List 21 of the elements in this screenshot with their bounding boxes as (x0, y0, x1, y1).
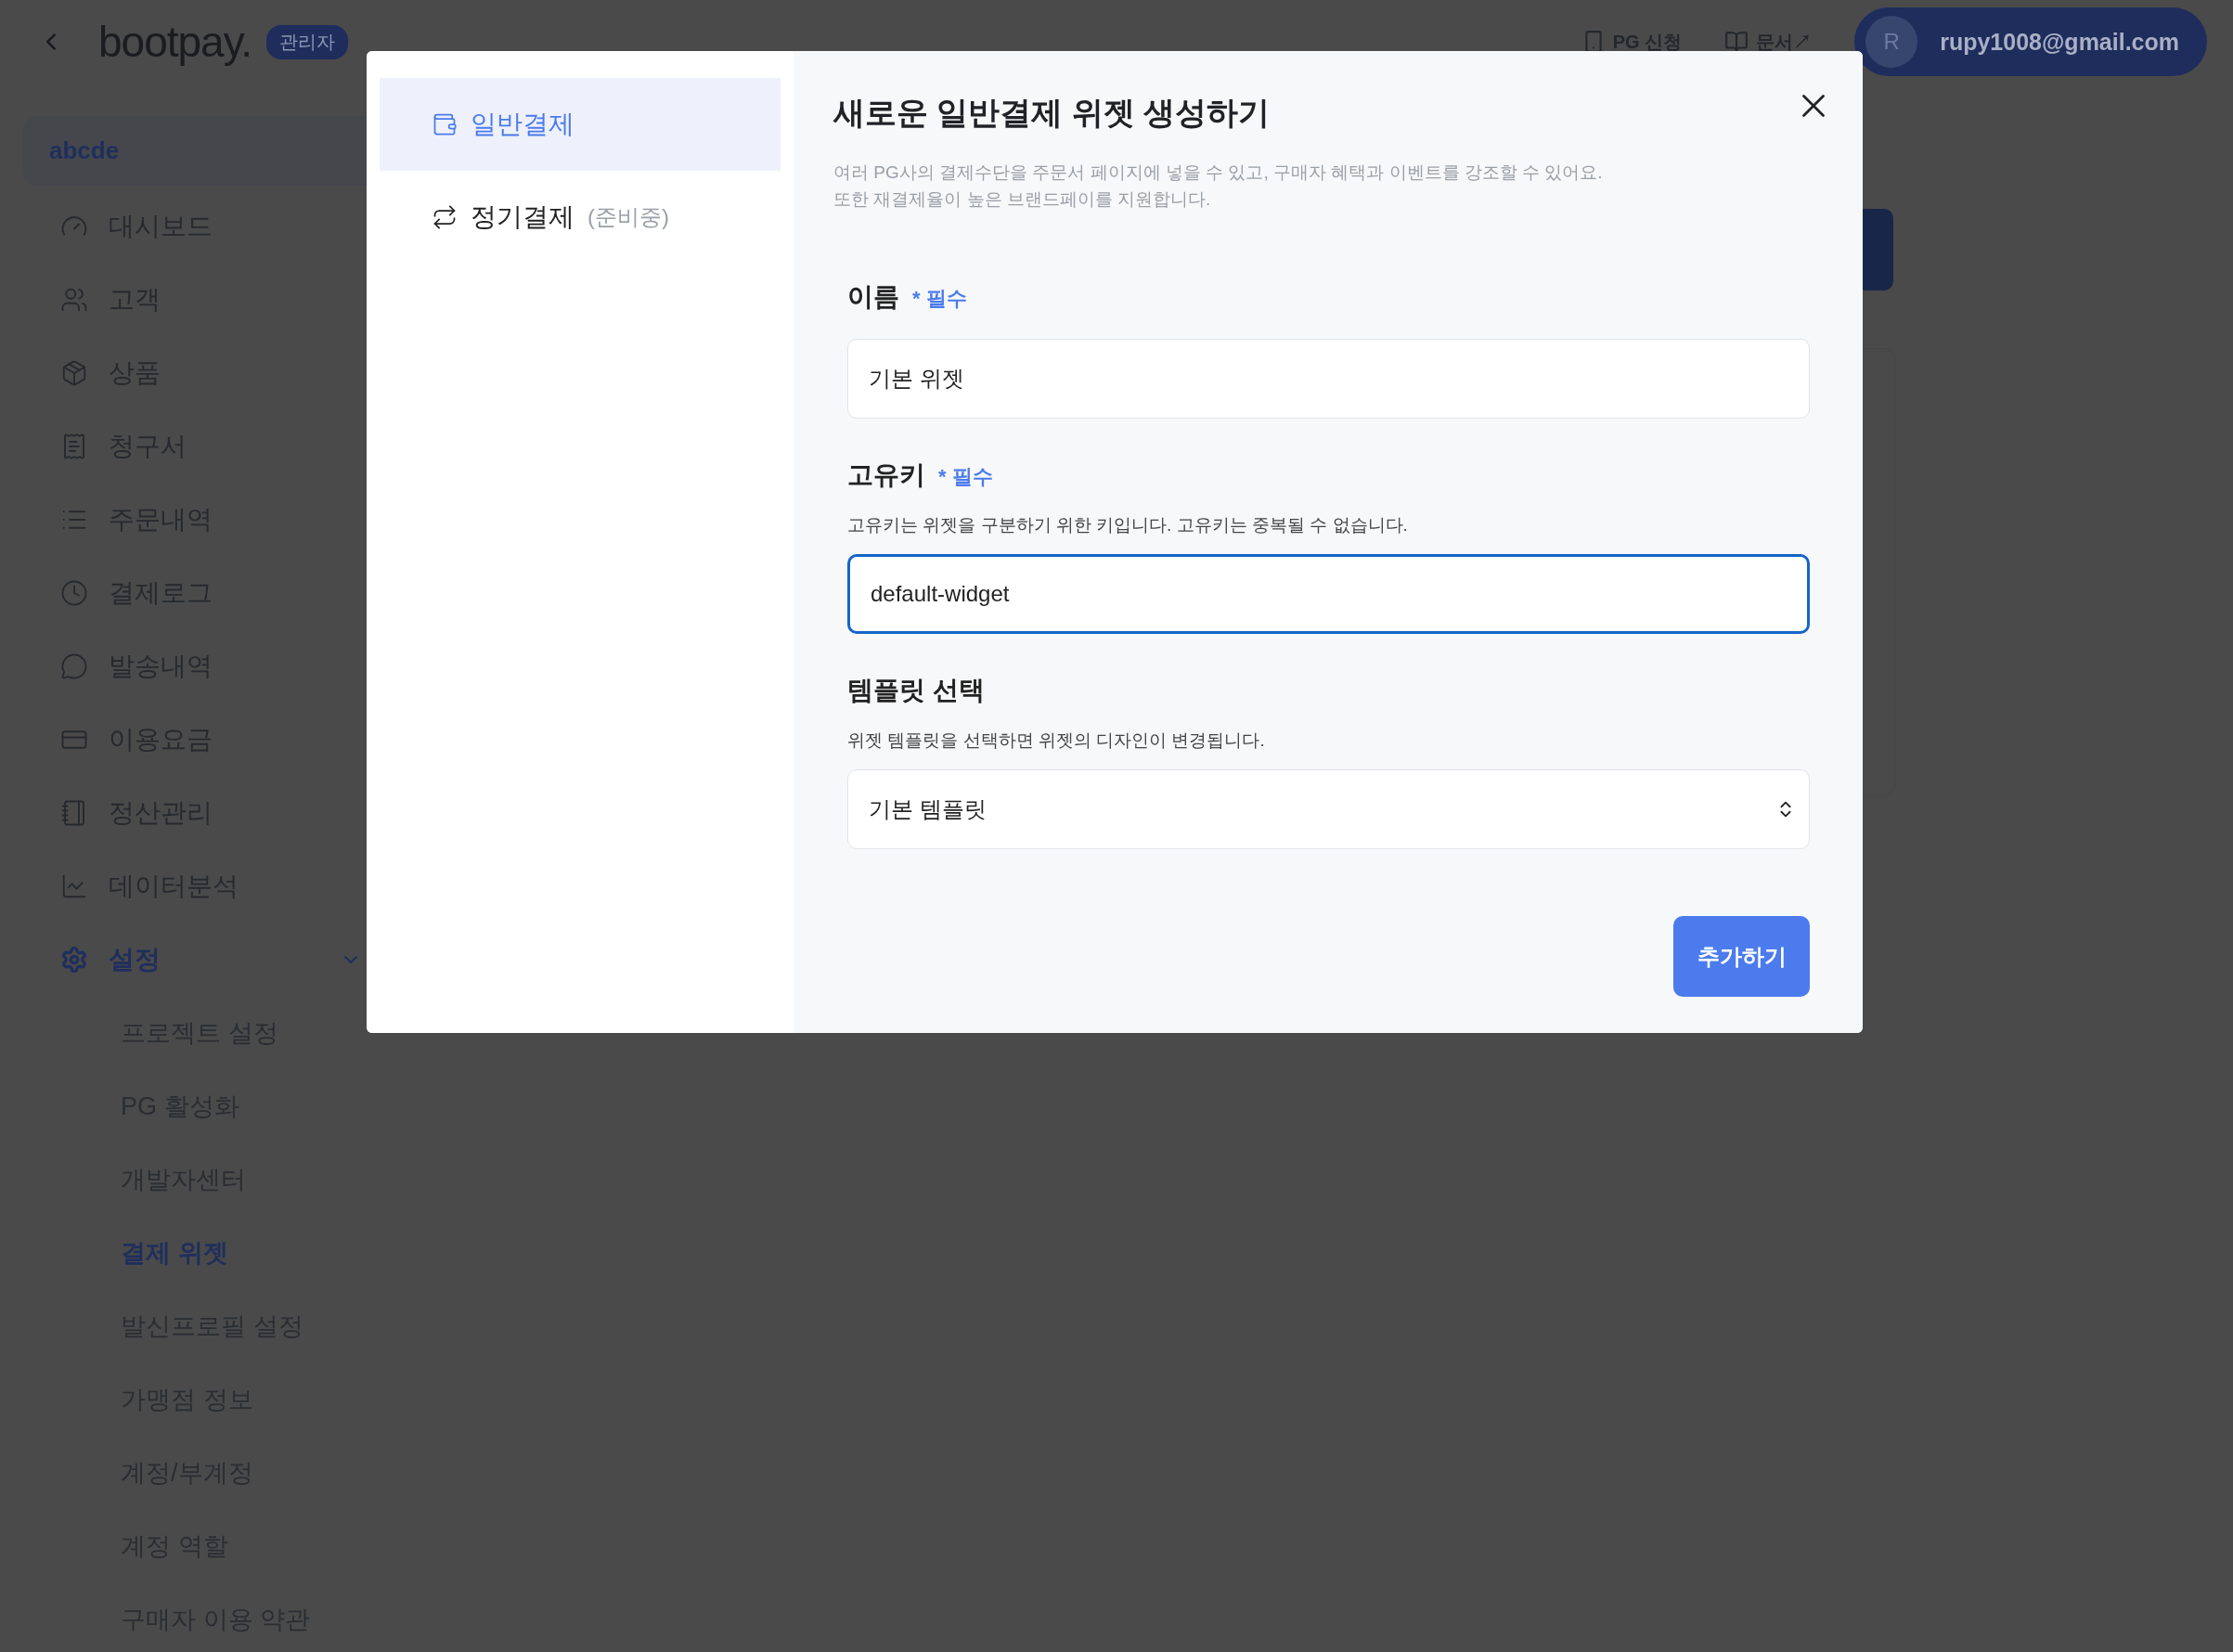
field-label: 템플릿 선택 (847, 675, 985, 706)
field-help: 위젯 템플릿을 선택하면 위젯의 디자인이 변경됩니다. (847, 729, 1266, 752)
field-label: 고유키 (847, 459, 925, 491)
modal-title: 새로운 일반결제 위젯 생성하기 (833, 94, 1271, 132)
field-help: 고유키는 위젯을 구분하기 위한 키입니다. 고유키는 중복될 수 없습니다. (847, 514, 1409, 536)
wallet-icon (432, 111, 458, 137)
required-mark: * 필수 (912, 286, 967, 312)
modal-description: 여러 PG사의 결제수단을 주문서 페이지에 넣을 수 있고, 구매자 혜택과 이벤트를 강조할 수 있어요. 또한 재결제율이 높은 브랜드페이를 지원합니다. (833, 161, 1604, 211)
tab-note: (준비중) (587, 203, 669, 231)
template-select[interactable]: 기본 템플릿 (847, 769, 1810, 849)
user-email: rupy1008@gmail.com (1940, 28, 2179, 56)
repeat-icon (432, 204, 458, 230)
payment-type-tab[interactable]: 일반결제 (380, 78, 781, 171)
gear-icon (60, 945, 88, 974)
field-label: 이름 (847, 281, 899, 313)
required-mark: * 필수 (938, 464, 993, 490)
input-field[interactable]: 기본 위젯 (847, 339, 1810, 419)
book-icon (1724, 30, 1749, 54)
admin-badge: 관리자 (266, 24, 349, 59)
input-field[interactable]: default-widget (847, 554, 1810, 634)
submit-button[interactable]: 추가하기 (1673, 916, 1810, 997)
